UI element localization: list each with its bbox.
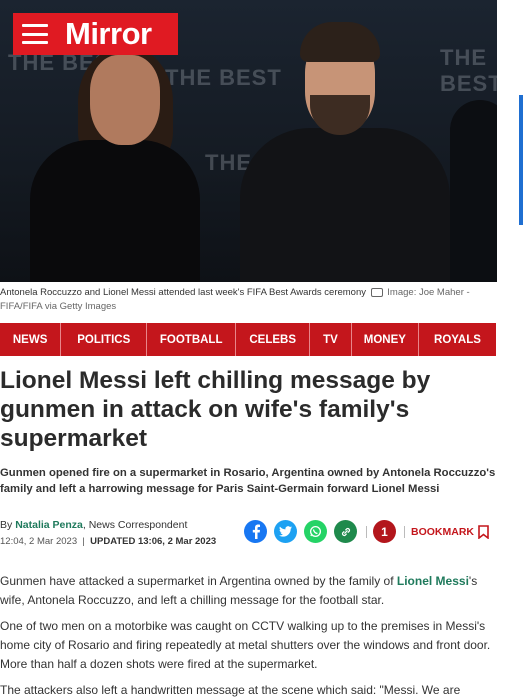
background-figure: [450, 100, 497, 282]
divider: [404, 525, 405, 538]
nav-item-money[interactable]: MONEY: [352, 323, 419, 356]
backdrop-word: THE BEST: [165, 65, 282, 90]
woman-face: [90, 55, 160, 145]
twitter-icon[interactable]: [274, 520, 297, 543]
site-logo[interactable]: Mirror: [65, 16, 152, 52]
nav-item-tv[interactable]: TV: [310, 323, 352, 356]
article-paragraph: The attackers also left a handwritten me…: [0, 683, 461, 697]
byline: By Natalia Penza, News Correspondent: [0, 519, 187, 531]
side-advert-edge: [519, 95, 523, 225]
article-dates: 12:04, 2 Mar 2023 | UPDATED 13:06, 2 Mar…: [0, 536, 217, 547]
site-header: Mirror: [13, 13, 178, 55]
updated-time: UPDATED 13:06, 2 Mar 2023: [90, 536, 217, 547]
woman-figure: [30, 140, 200, 282]
published-time: 12:04, 2 Mar 2023: [0, 536, 78, 547]
man-figure: [240, 128, 450, 282]
inline-link-messi[interactable]: Lionel Messi: [397, 574, 469, 588]
article-paragraph: One of two men on a motorbike was caught…: [0, 619, 491, 671]
whatsapp-icon[interactable]: [304, 520, 327, 543]
caption-text: Antonela Roccuzzo and Lionel Messi atten…: [0, 287, 367, 298]
man-hair: [300, 22, 380, 62]
paragraph-text: Gunmen have attacked a supermarket in Ar…: [0, 574, 397, 588]
menu-icon[interactable]: [22, 24, 48, 44]
byline-prefix: By: [0, 519, 13, 531]
facebook-icon[interactable]: [244, 520, 267, 543]
camera-icon: [370, 287, 383, 297]
hero-image: THE BEST THE BEST THE BEST THE BEST Mirr…: [0, 0, 497, 282]
author-link[interactable]: Natalia Penza: [15, 519, 83, 531]
bookmark-label: BOOKMARK: [411, 525, 474, 538]
nav-item-royals[interactable]: ROYALS: [419, 323, 496, 356]
section-nav: NEWS POLITICS FOOTBALL CELEBS TV MONEY R…: [0, 323, 496, 356]
nav-item-news[interactable]: NEWS: [0, 323, 62, 356]
image-caption: Antonela Roccuzzo and Lionel Messi atten…: [0, 286, 485, 314]
link-icon[interactable]: [334, 520, 357, 543]
nav-item-celebs[interactable]: CELEBS: [236, 323, 311, 356]
author-role: , News Correspondent: [82, 519, 188, 531]
share-bar: 1 BOOKMARK: [244, 520, 489, 543]
article-standfirst: Gunmen opened fire on a supermarket in R…: [0, 467, 496, 495]
backdrop-word: THE BEST: [440, 45, 497, 96]
article-headline: Lionel Messi left chilling message by gu…: [0, 367, 431, 452]
article-paragraph: Gunmen have attacked a supermarket in Ar…: [0, 572, 505, 610]
comments-count[interactable]: 1: [373, 520, 396, 543]
nav-item-politics[interactable]: POLITICS: [61, 323, 148, 356]
nav-item-football[interactable]: FOOTBALL: [147, 323, 237, 356]
divider: [366, 525, 367, 538]
bookmark-button[interactable]: BOOKMARK: [411, 524, 489, 539]
bookmark-icon: [478, 524, 489, 539]
